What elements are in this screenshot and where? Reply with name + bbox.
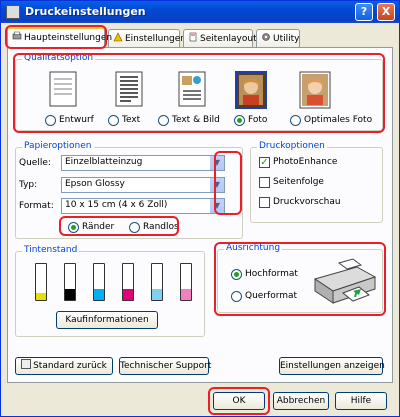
tab-label: Einstellungen bbox=[125, 34, 187, 44]
purchase-info-button[interactable]: Kaufinformationen bbox=[56, 311, 158, 329]
orientation-radio-landscape[interactable] bbox=[231, 291, 242, 302]
photo-quality-icon[interactable] bbox=[235, 71, 267, 109]
ink-level-fill bbox=[123, 289, 133, 300]
quality-label-text: Text bbox=[122, 115, 141, 125]
printer-icon bbox=[12, 31, 22, 41]
type-label: Typ: bbox=[19, 180, 38, 190]
ink-cartridge bbox=[35, 263, 47, 301]
quality-radio-best-photo[interactable] bbox=[290, 115, 301, 126]
quality-radio-text-image[interactable] bbox=[158, 115, 169, 126]
best-photo-quality-icon[interactable] bbox=[299, 71, 331, 109]
ink-level-fill bbox=[65, 289, 75, 300]
photo-enhance-label: PhotoEnhance bbox=[273, 157, 338, 167]
tab-label: Utility bbox=[273, 34, 300, 44]
page-layout-icon bbox=[188, 32, 198, 42]
show-settings-button[interactable]: Einstellungen anzeigen bbox=[279, 357, 385, 375]
quality-label-text-image: Text & Bild bbox=[172, 115, 220, 125]
utility-icon bbox=[261, 32, 271, 42]
print-preview-checkbox[interactable] bbox=[259, 197, 270, 208]
format-select[interactable]: 10 x 15 cm (4 x 6 Zoll) ▼ bbox=[61, 198, 225, 214]
margin-label-borders: Ränder bbox=[82, 222, 115, 232]
tab-haupteinstellungen[interactable]: Haupteinstellungen bbox=[7, 27, 112, 48]
ink-level-group-label: Tintenstand bbox=[22, 245, 80, 255]
text-image-quality-icon[interactable] bbox=[176, 71, 208, 109]
ink-cartridge bbox=[122, 263, 134, 301]
quality-label-best-photo: Optimales Foto bbox=[304, 115, 373, 125]
help-button[interactable]: Hilfe bbox=[335, 392, 387, 410]
close-button[interactable]: X bbox=[377, 3, 395, 21]
ink-level-fill bbox=[152, 289, 162, 300]
format-value: 10 x 15 cm (4 x 6 Zoll) bbox=[65, 200, 168, 210]
tab-einstellungen[interactable]: Einstellungen bbox=[108, 29, 186, 47]
printer-app-icon bbox=[6, 5, 20, 19]
quality-label-photo: Foto bbox=[248, 115, 268, 125]
ok-button[interactable]: OK bbox=[213, 392, 265, 410]
quality-group-label: Qualitätsoption bbox=[22, 53, 96, 63]
restore-defaults-label: Standard zurück bbox=[33, 361, 107, 371]
ink-cartridge bbox=[180, 263, 192, 301]
cancel-button[interactable]: Abbrechen bbox=[273, 392, 329, 410]
page-order-label: Seitenfolge bbox=[273, 177, 324, 187]
window-title: Druckeinstellungen bbox=[25, 5, 146, 18]
help-title-button[interactable]: ? bbox=[355, 3, 373, 21]
quality-radio-draft[interactable] bbox=[45, 115, 56, 126]
source-label: Quelle: bbox=[19, 158, 51, 168]
ink-level-fill bbox=[181, 289, 191, 300]
source-value: Einzelblatteinzug bbox=[65, 157, 143, 167]
tab-label: Haupteinstellungen bbox=[24, 33, 113, 43]
tab-seitenlayout[interactable]: Seitenlayout bbox=[183, 29, 257, 47]
ink-cartridge bbox=[64, 263, 76, 301]
photo-enhance-checkbox[interactable]: ✓ bbox=[259, 157, 270, 168]
ink-level-fill bbox=[36, 292, 46, 300]
margin-label-borderless: Randlos bbox=[143, 222, 179, 232]
margin-radio-borderless[interactable] bbox=[129, 222, 140, 233]
margin-radio-borders[interactable] bbox=[68, 222, 79, 233]
quality-label-draft: Entwurf bbox=[59, 115, 94, 125]
ink-cartridge bbox=[151, 263, 163, 301]
orientation-label-portrait: Hochformat bbox=[245, 269, 298, 279]
chevron-down-icon[interactable]: ▼ bbox=[209, 199, 224, 213]
printer-settings-dialog: Druckeinstellungen ? X Haupteinstellunge… bbox=[0, 0, 400, 417]
printer-orientation-icon bbox=[309, 257, 379, 307]
source-select[interactable]: Einzelblatteinzug ▼ bbox=[61, 155, 225, 171]
print-options-group-label: Druckoptionen bbox=[257, 141, 327, 151]
settings-icon bbox=[113, 32, 123, 42]
ink-level-fill bbox=[94, 289, 104, 300]
tab-label: Seitenlayout bbox=[200, 34, 257, 44]
orientation-label-landscape: Querformat bbox=[245, 291, 298, 301]
ink-cartridge bbox=[93, 263, 105, 301]
chevron-down-icon[interactable]: ▼ bbox=[209, 178, 224, 192]
quality-radio-text[interactable] bbox=[108, 115, 119, 126]
orientation-radio-portrait[interactable] bbox=[231, 269, 242, 280]
orientation-group-label: Ausrichtung bbox=[224, 243, 283, 253]
type-select[interactable]: Epson Glossy ▼ bbox=[61, 177, 225, 193]
technical-support-button[interactable]: Technischer Support bbox=[119, 357, 211, 375]
page-order-checkbox[interactable] bbox=[259, 177, 270, 188]
chevron-down-icon[interactable]: ▼ bbox=[209, 156, 224, 170]
text-quality-icon[interactable] bbox=[113, 71, 145, 109]
paper-group-label: Papieroptionen bbox=[22, 141, 94, 151]
type-value: Epson Glossy bbox=[65, 179, 125, 189]
tab-utility[interactable]: Utility bbox=[256, 29, 300, 47]
quality-radio-photo[interactable] bbox=[234, 115, 245, 126]
print-preview-label: Druckvorschau bbox=[273, 197, 341, 207]
draft-quality-icon[interactable] bbox=[47, 71, 79, 109]
format-label: Format: bbox=[19, 201, 54, 211]
restore-defaults-button[interactable]: Standard zurück bbox=[15, 357, 113, 375]
title-bar[interactable]: Druckeinstellungen ? X bbox=[1, 1, 399, 23]
restore-icon bbox=[21, 359, 32, 369]
